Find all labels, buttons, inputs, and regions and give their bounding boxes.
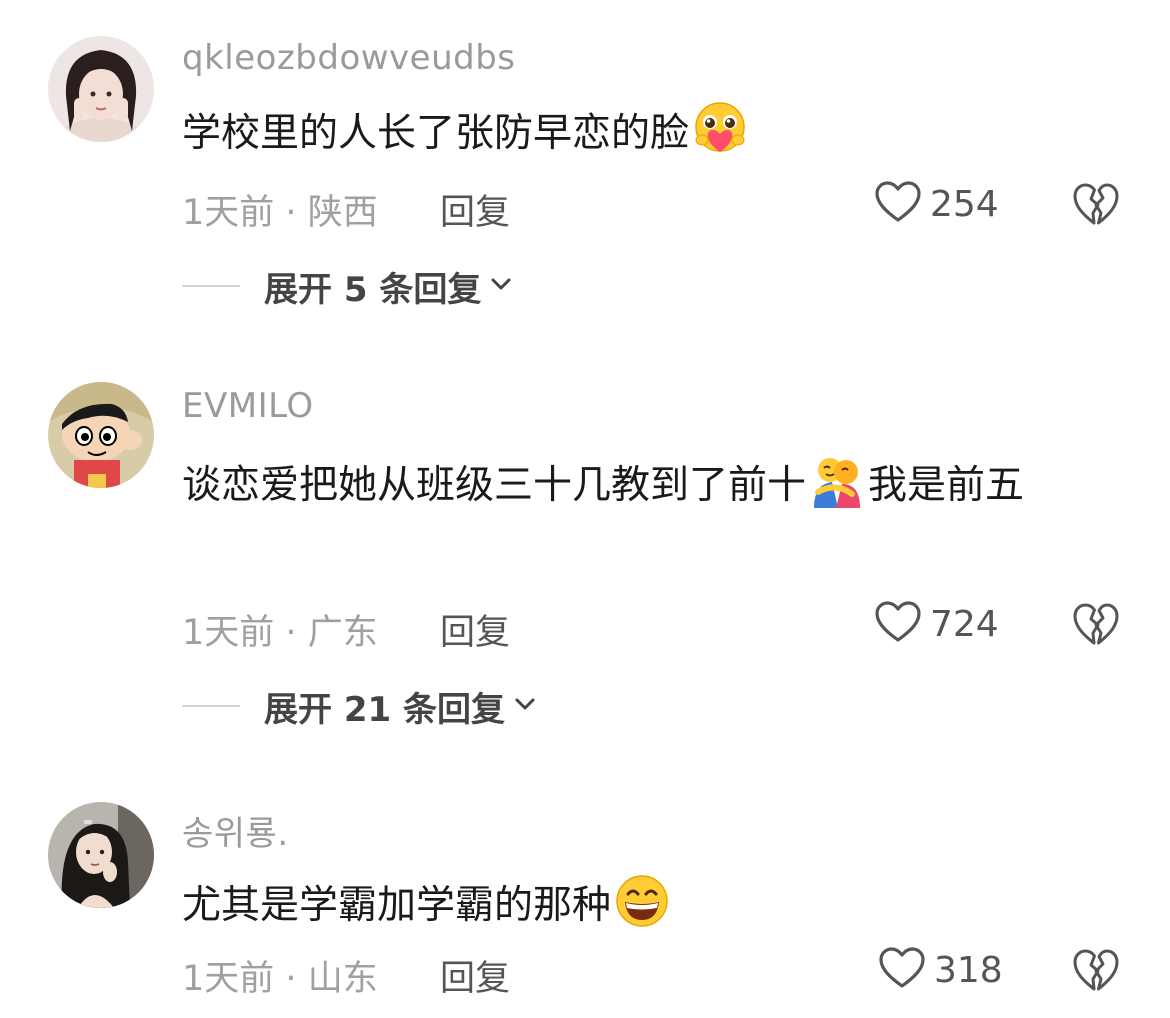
comment-text-content-end: 我是前五 [868,463,1025,508]
comment-text: 尤其是学霸加学霸的那种 [182,872,1102,935]
broken-heart-outline-icon [1072,183,1120,231]
avatar[interactable] [48,36,154,142]
grinning-face-emoji [613,872,671,930]
comment-time: 1天前 [182,613,275,653]
username[interactable]: qkleozbdowveudbs [182,38,516,78]
like-button[interactable]: 254 [874,181,999,227]
separator-dot: · [285,959,297,999]
reply-button[interactable]: 回复 [440,604,510,655]
comment-location: 陕西 [307,193,378,233]
heart-outline-icon [874,600,922,648]
reply-button[interactable]: 回复 [440,950,510,1001]
comment-location: 山东 [307,959,378,999]
divider-line [182,705,240,707]
username[interactable]: 송위룡. [182,806,289,855]
comment-text: 学校里的人长了张防早恋的脸 [182,100,1102,163]
people-hugging-emoji [808,452,866,510]
comment-text-content: 谈恋爱把她从班级三十几教到了前十 [182,463,807,508]
comment-location: 广东 [307,613,378,653]
avatar[interactable] [48,802,154,908]
pleading-heart-face-emoji [691,100,749,158]
expand-replies-label: 展开 21 条回复 [264,689,505,730]
expand-replies-button[interactable]: 展开 21 条回复 [182,686,539,730]
heart-outline-icon [878,946,926,994]
like-button[interactable]: 724 [874,601,999,647]
broken-heart-outline-icon [1072,949,1120,997]
separator-dot: · [285,613,297,653]
comment-meta: 1天前 · 广东 [182,604,378,655]
dislike-button[interactable] [1072,947,1120,993]
comment-text: 谈恋爱把她从班级三十几教到了前十 我是前五 [182,452,1102,515]
comment-meta: 1天前 · 山东 [182,950,378,1001]
comment-time: 1天前 [182,193,275,233]
chevron-down-icon [505,690,539,722]
dislike-button[interactable] [1072,181,1120,227]
like-count: 724 [930,603,999,645]
heart-outline-icon [874,180,922,228]
comment-list: qkleozbdowveudbs 学校里的人长了张防早恋的脸 1天前 · 陕西 … [0,0,1170,1018]
broken-heart-outline-icon [1072,603,1120,651]
like-count: 254 [930,183,999,225]
comment-meta: 1天前 · 陕西 [182,184,378,235]
chevron-down-icon [481,270,515,302]
comment-text-content: 尤其是学霸加学霸的那种 [182,883,612,928]
separator-dot: · [285,193,297,233]
reply-button[interactable]: 回复 [440,184,510,235]
expand-replies-label: 展开 5 条回复 [264,269,482,310]
dislike-button[interactable] [1072,601,1120,647]
comment-text-content: 学校里的人长了张防早恋的脸 [182,111,690,156]
expand-replies-button[interactable]: 展开 5 条回复 [182,266,515,310]
divider-line [182,285,240,287]
like-count: 318 [934,949,1003,991]
comment-time: 1天前 [182,959,275,999]
avatar[interactable] [48,382,154,488]
like-button[interactable]: 318 [878,947,1003,993]
username[interactable]: EVMILO [182,386,314,426]
